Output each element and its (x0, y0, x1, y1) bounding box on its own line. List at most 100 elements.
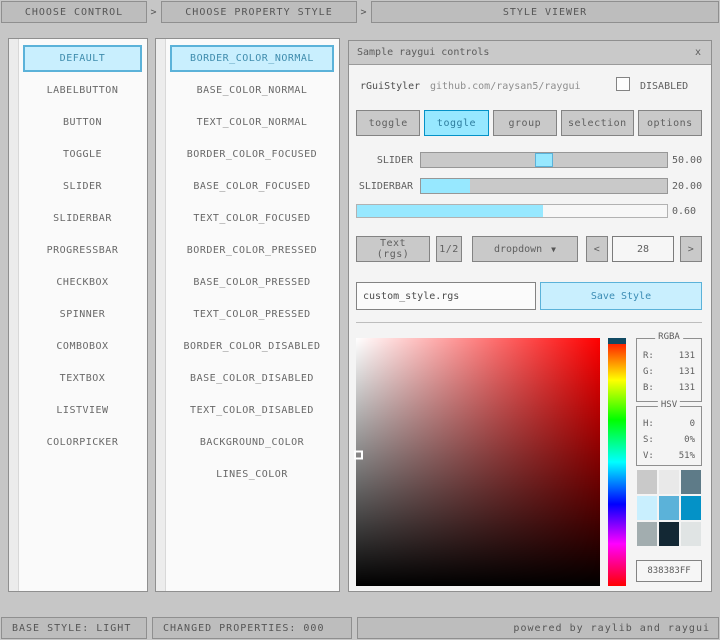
property-item-text-color-normal[interactable]: TEXT_COLOR_NORMAL (170, 109, 334, 136)
property-item-border-color-pressed[interactable]: BORDER_COLOR_PRESSED (170, 237, 334, 264)
property-item-border-color-disabled[interactable]: BORDER_COLOR_DISABLED (170, 333, 334, 360)
g-label: G: (643, 367, 654, 377)
control-item-sliderbar[interactable]: SLIDERBAR (23, 205, 142, 232)
control-item-combobox[interactable]: COMBOBOX (23, 333, 142, 360)
control-item-button[interactable]: BUTTON (23, 109, 142, 136)
hsv-row-v: V: 51% (637, 448, 701, 464)
status-credits: powered by raylib and raygui (357, 617, 719, 639)
palette-swatch-2[interactable] (681, 470, 701, 494)
hsv-row-s: S: 0% (637, 432, 701, 448)
dropdown-selected-label: dropdown (494, 244, 542, 255)
b-value: 131 (679, 383, 695, 393)
palette-swatch-6[interactable] (637, 522, 657, 546)
control-item-labelbutton[interactable]: LABELBUTTON (23, 77, 142, 104)
status-bar: BASE STYLE: LIGHT CHANGED PROPERTIES: 00… (0, 616, 720, 640)
palette-swatch-1[interactable] (659, 470, 679, 494)
controls-list-scrollbar[interactable] (9, 39, 19, 591)
property-item-text-color-disabled[interactable]: TEXT_COLOR_DISABLED (170, 397, 334, 424)
toggle-group-item-selection[interactable]: selection (561, 110, 634, 136)
property-item-base-color-normal[interactable]: BASE_COLOR_NORMAL (170, 77, 334, 104)
property-item-base-color-focused[interactable]: BASE_COLOR_FOCUSED (170, 173, 334, 200)
hex-color-value[interactable]: 838383FF (636, 560, 702, 582)
property-item-border-color-focused[interactable]: BORDER_COLOR_FOCUSED (170, 141, 334, 168)
close-icon[interactable]: x (693, 47, 703, 58)
r-label: R: (643, 351, 654, 361)
slider-label: SLIDER (351, 155, 413, 166)
status-base-style: BASE STYLE: LIGHT (1, 617, 147, 639)
save-style-button[interactable]: Save Style (540, 282, 702, 310)
controls-list: DEFAULT LABELBUTTON BUTTON TOGGLE SLIDER… (23, 45, 142, 456)
hsv-group-label: HSV (658, 400, 680, 410)
progress-value: 0.60 (672, 206, 696, 217)
spinner-increase-button[interactable]: > (680, 236, 702, 262)
window-body: rGuiStyler github.com/raysan5/raygui DIS… (349, 65, 711, 591)
palette-swatch-5[interactable] (681, 496, 701, 520)
property-item-base-color-pressed[interactable]: BASE_COLOR_PRESSED (170, 269, 334, 296)
palette-swatch-3[interactable] (637, 496, 657, 520)
property-item-text-color-pressed[interactable]: TEXT_COLOR_PRESSED (170, 301, 334, 328)
step-style-viewer: STYLE VIEWER (371, 1, 719, 23)
palette-swatch-4[interactable] (659, 496, 679, 520)
sliderbar-value: 20.00 (672, 181, 702, 192)
dropdown-combobox[interactable]: dropdown ▼ (472, 236, 578, 262)
hsv-row-h: H: 0 (637, 416, 701, 432)
s-label: S: (643, 435, 654, 445)
rguistyler-app: CHOOSE CONTROL > CHOOSE PROPERTY STYLE >… (0, 0, 720, 640)
control-item-checkbox[interactable]: CHECKBOX (23, 269, 142, 296)
chevron-down-icon: ▼ (551, 245, 556, 254)
control-item-default[interactable]: DEFAULT (23, 45, 142, 72)
control-item-slider[interactable]: SLIDER (23, 173, 142, 200)
properties-list: BORDER_COLOR_NORMAL BASE_COLOR_NORMAL TE… (170, 45, 334, 488)
spinner-value-box[interactable]: 28 (612, 236, 674, 262)
sliderbar-fill (421, 179, 470, 193)
window-title: Sample raygui controls (357, 47, 489, 58)
window-titlebar[interactable]: Sample raygui controls x (349, 41, 711, 65)
toggle-group-item-toggle-2[interactable]: toggle (424, 110, 488, 136)
slider-handle[interactable] (535, 153, 553, 167)
v-label: V: (643, 451, 654, 461)
palette-swatch-8[interactable] (681, 522, 701, 546)
palette-swatch-7[interactable] (659, 522, 679, 546)
properties-list-panel: BORDER_COLOR_NORMAL BASE_COLOR_NORMAL TE… (155, 38, 340, 592)
toggle-group-item-group[interactable]: group (493, 110, 557, 136)
color-picker-cursor[interactable] (354, 450, 363, 459)
controls-list-panel: DEFAULT LABELBUTTON BUTTON TOGGLE SLIDER… (8, 38, 148, 592)
text-rgs-button[interactable]: Text (rgs) (356, 236, 430, 262)
property-item-lines-color[interactable]: LINES_COLOR (170, 461, 334, 488)
breadcrumb-separator-icon: > (357, 1, 371, 23)
progress-bar-fill (357, 205, 543, 217)
color-picker-area[interactable] (356, 338, 600, 586)
toggle-group-item-options[interactable]: options (638, 110, 702, 136)
step-choose-property-style: CHOOSE PROPERTY STYLE (161, 1, 357, 23)
property-item-base-color-disabled[interactable]: BASE_COLOR_DISABLED (170, 365, 334, 392)
b-label: B: (643, 383, 654, 393)
rgba-row-b: B: 131 (637, 380, 701, 396)
spinner-decrease-button[interactable]: < (586, 236, 608, 262)
slider-track[interactable] (420, 152, 668, 168)
status-changed-properties: CHANGED PROPERTIES: 000 (152, 617, 352, 639)
control-item-textbox[interactable]: TEXTBOX (23, 365, 142, 392)
control-item-colorpicker[interactable]: COLORPICKER (23, 429, 142, 456)
section-divider (356, 322, 702, 323)
control-item-toggle[interactable]: TOGGLE (23, 141, 142, 168)
properties-list-scrollbar[interactable] (156, 39, 166, 591)
disabled-checkbox[interactable] (616, 77, 630, 91)
property-item-background-color[interactable]: BACKGROUND_COLOR (170, 429, 334, 456)
control-item-spinner[interactable]: SPINNER (23, 301, 142, 328)
styler-name-label: rGuiStyler (360, 81, 420, 92)
sample-controls-window: Sample raygui controls x rGuiStyler gith… (348, 40, 712, 592)
disabled-checkbox-label: DISABLED (640, 81, 688, 92)
sliderbar-track[interactable] (420, 178, 668, 194)
hue-bar[interactable] (608, 338, 626, 586)
palette-swatch-0[interactable] (637, 470, 657, 494)
style-filename-input[interactable] (356, 282, 536, 310)
property-item-text-color-focused[interactable]: TEXT_COLOR_FOCUSED (170, 205, 334, 232)
property-item-border-color-normal[interactable]: BORDER_COLOR_NORMAL (170, 45, 334, 72)
half-button[interactable]: 1/2 (436, 236, 462, 262)
toggle-group-item-toggle-1[interactable]: toggle (356, 110, 420, 136)
g-value: 131 (679, 367, 695, 377)
control-item-listview[interactable]: LISTVIEW (23, 397, 142, 424)
step-choose-control: CHOOSE CONTROL (1, 1, 147, 23)
control-item-progressbar[interactable]: PROGRESSBAR (23, 237, 142, 264)
hue-slider-handle[interactable] (608, 338, 626, 344)
